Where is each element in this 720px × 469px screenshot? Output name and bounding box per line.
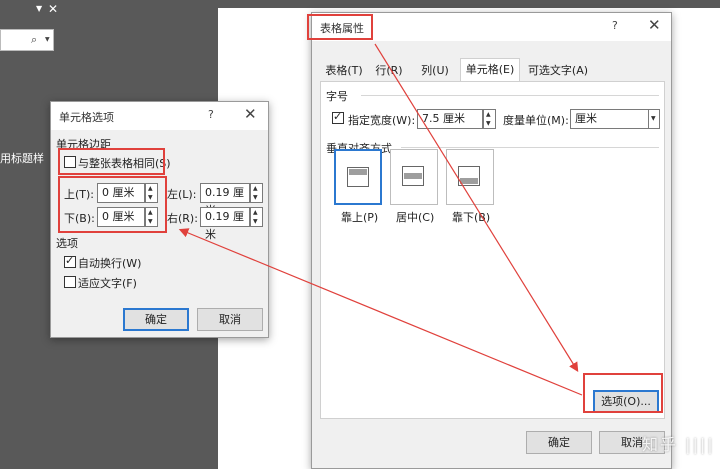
watermark: 知乎 |||| [642, 435, 715, 454]
arrow-options-to-margins [178, 228, 583, 396]
arrow-title-to-options [374, 43, 579, 373]
annotation-arrows [178, 43, 583, 396]
